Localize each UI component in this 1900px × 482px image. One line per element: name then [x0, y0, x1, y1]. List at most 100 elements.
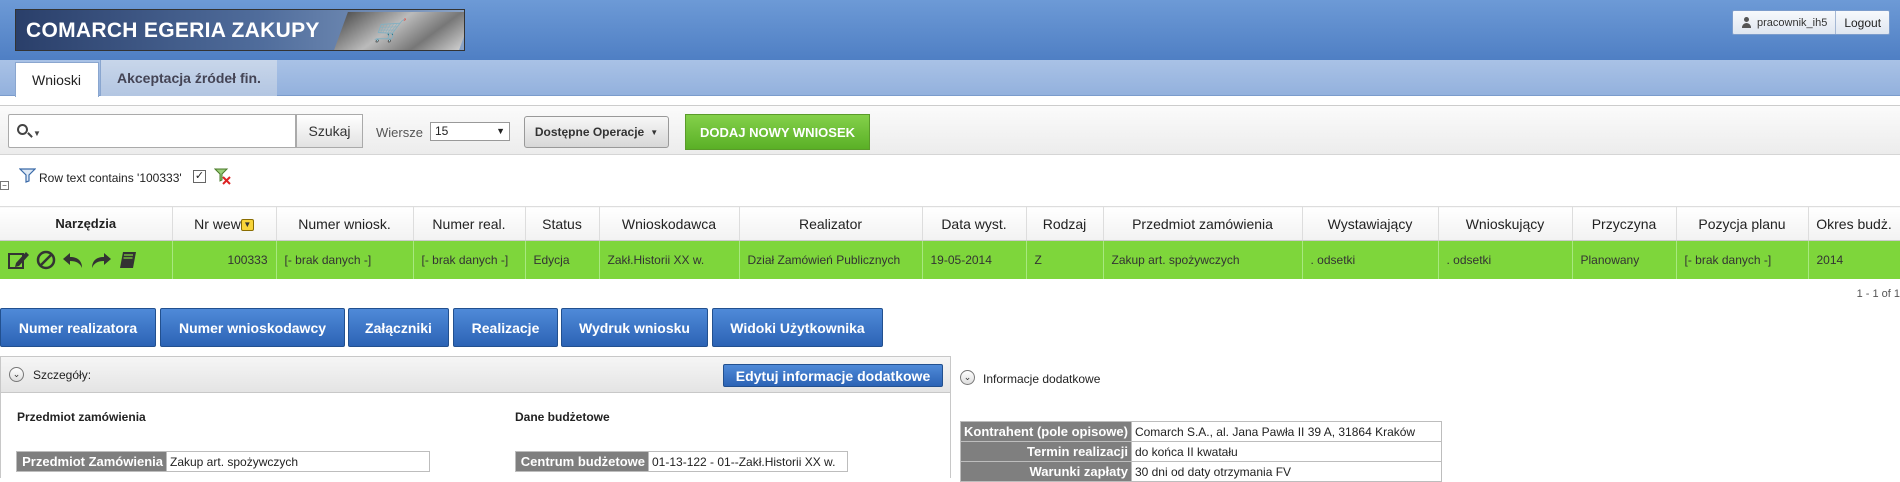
col-header-status[interactable]: Status — [525, 206, 600, 241]
col-header-wnioskujacy[interactable]: Wnioskujący — [1438, 206, 1573, 241]
section-order-title: Przedmiot zamówienia — [17, 410, 146, 424]
cell-pozycja-planu: [- brak danych -] — [1676, 240, 1809, 279]
book-icon[interactable] — [118, 250, 138, 270]
user-menu[interactable]: pracownik_ih5 — [1733, 11, 1837, 34]
cell-wnioskujacy: . odsetki — [1438, 240, 1573, 279]
username: pracownik_ih5 — [1757, 16, 1828, 29]
cell-wnioskodawca: Zakł.Historii XX w. — [599, 240, 740, 279]
dropdown-arrow-icon: ▼ — [496, 126, 505, 136]
cart-icon: 🛒 — [371, 18, 409, 43]
caret-down-icon: ▼ — [650, 127, 659, 137]
cell-okres: 2014 — [1808, 240, 1900, 279]
clear-filter-icon[interactable] — [214, 168, 231, 185]
search-icon[interactable] — [17, 124, 28, 135]
search-button[interactable]: Szukaj — [296, 114, 363, 148]
order-key: Przedmiot Zamówienia — [16, 451, 167, 472]
search-box: ▼ — [8, 114, 296, 148]
extra-info-value: 30 dni od daty otrzymania FV — [1130, 461, 1443, 482]
budget-key: Centrum budżetowe — [515, 451, 649, 472]
filter-icon — [19, 168, 36, 183]
order-row: Przedmiot Zamówienia Zakup art. spożywcz… — [16, 451, 430, 472]
operations-label: Dostępne Operacje — [534, 125, 645, 139]
col-header-realizator[interactable]: Realizator — [739, 206, 923, 241]
col-header-numer-wniosk[interactable]: Numer wniosk. — [276, 206, 414, 241]
order-value: Zakup art. spożywczych — [166, 451, 430, 472]
wydruk-wniosku-button[interactable]: Wydruk wniosku — [561, 308, 708, 347]
undo-icon[interactable] — [62, 250, 84, 270]
pager-info: 1 - 1 of 1 — [1856, 288, 1900, 300]
col-header-narzedzia: Narzędzia — [0, 206, 173, 241]
cell-data-wyst: 19-05-2014 — [922, 240, 1027, 279]
budget-value: 01-13-122 - 01--Zakł.Historii XX w. — [648, 451, 848, 472]
collapse-filter-icon[interactable]: − — [0, 181, 9, 190]
extra-info-row: Warunki zapłaty 30 dni od daty otrzymani… — [960, 461, 1443, 482]
logo-text: COMARCH EGERIA ZAKUPY — [26, 19, 320, 42]
user-box: pracownik_ih5 Logout — [1732, 10, 1891, 35]
details-panel: ⌄ Szczegóły: Edytuj informacje dodatkowe… — [0, 356, 951, 478]
budget-table: Centrum budżetowe 01-13-122 - 01--Zakł.H… — [515, 451, 848, 472]
extra-info-value: Comarch S.A., al. Jana Pawła II 39 A, 31… — [1130, 421, 1443, 442]
collapse-extra-info-icon[interactable]: ⌄ — [960, 370, 975, 385]
extra-info-row: Kontrahent (pole opisowe) Comarch S.A., … — [960, 421, 1443, 442]
col-header-numer-real[interactable]: Numer real. — [413, 206, 526, 241]
rows-select[interactable]: 15 ▼ — [430, 122, 510, 141]
rows-select-value: 15 — [435, 124, 449, 138]
logout-button[interactable]: Logout — [1836, 11, 1889, 34]
col-header-okres[interactable]: Okres budż. — [1808, 206, 1900, 241]
col-header-rodzaj[interactable]: Rodzaj — [1026, 206, 1104, 241]
cell-wystawiajacy: . odsetki — [1302, 240, 1439, 279]
search-options-icon[interactable]: ▼ — [33, 129, 41, 138]
col-header-pozycja-planu[interactable]: Pozycja planu — [1676, 206, 1809, 241]
extra-info-value: do końca II kwatału — [1130, 441, 1443, 462]
edit-extra-info-button[interactable]: Edytuj informacje dodatkowe — [723, 364, 943, 387]
collapse-details-icon[interactable]: ⌄ — [9, 367, 24, 382]
tabs-bar: Wnioski Akceptacja źródeł fin. — [0, 60, 1900, 97]
filter-text: Row text contains '100333' — [39, 171, 182, 185]
order-table: Przedmiot Zamówienia Zakup art. spożywcz… — [16, 451, 430, 472]
extra-info-title: Informacje dodatkowe — [983, 372, 1101, 386]
edit-icon[interactable] — [8, 250, 30, 270]
cell-rodzaj: Z — [1026, 240, 1104, 279]
col-header-przedmiot[interactable]: Przedmiot zamówienia — [1103, 206, 1303, 241]
extra-info-key: Warunki zapłaty — [960, 461, 1132, 482]
cell-nr-wew: 100333 — [172, 240, 277, 279]
details-title: Szczegóły: — [33, 368, 92, 382]
rows-label: Wiersze — [376, 125, 423, 140]
search-input[interactable] — [45, 119, 285, 143]
cell-numer-real: [- brak danych -] — [413, 240, 526, 279]
table-row[interactable]: 100333 [- brak danych -] [- brak danych … — [0, 240, 1900, 279]
realizacje-button[interactable]: Realizacje — [453, 308, 558, 347]
tab-wnioski[interactable]: Wnioski — [15, 62, 99, 97]
cell-przyczyna: Planowany — [1572, 240, 1677, 279]
numer-wnioskodawcy-button[interactable]: Numer wnioskodawcy — [160, 308, 345, 347]
cell-przedmiot: Zakup art. spożywczych — [1103, 240, 1303, 279]
extra-info-row: Termin realizacji do końca II kwatału — [960, 441, 1443, 462]
user-icon — [1741, 16, 1752, 29]
col-header-przyczyna[interactable]: Przyczyna — [1572, 206, 1677, 241]
tab-akceptacja[interactable]: Akceptacja źródeł fin. — [100, 60, 277, 96]
col-header-wystawiajacy[interactable]: Wystawiający — [1302, 206, 1439, 241]
numer-realizatora-button[interactable]: Numer realizatora — [0, 308, 156, 347]
cell-numer-wniosk: [- brak danych -] — [276, 240, 414, 279]
widoki-uzytkownika-button[interactable]: Widoki Użytkownika — [712, 308, 883, 347]
col-header-nr-wew-label: Nr wew — [194, 215, 241, 232]
filter-enabled-checkbox[interactable]: ✓ — [193, 170, 206, 183]
requests-table: Narzędzia Nr wew ▼ Numer wniosk. Numer re… — [0, 206, 1900, 279]
toolbar: ▼ Szukaj Wiersze 15 ▼ Dostępne Operacje … — [0, 105, 1900, 155]
extra-info-key: Kontrahent (pole opisowe) — [960, 421, 1132, 442]
extra-info-key: Termin realizacji — [960, 441, 1132, 462]
cancel-icon[interactable] — [36, 250, 56, 270]
row-tools — [0, 240, 173, 279]
col-header-nr-wew[interactable]: Nr wew ▼ — [172, 206, 277, 241]
sort-icon[interactable]: ▼ — [240, 218, 254, 231]
section-budget-title: Dane budżetowe — [515, 410, 610, 424]
app-logo[interactable]: COMARCH EGERIA ZAKUPY 🛒 — [15, 9, 465, 51]
operations-dropdown[interactable]: Dostępne Operacje ▼ — [524, 116, 669, 148]
add-request-button[interactable]: DODAJ NOWY WNIOSEK — [685, 114, 870, 150]
col-header-wnioskodawca[interactable]: Wnioskodawca — [599, 206, 740, 241]
top-header: COMARCH EGERIA ZAKUPY 🛒 pracownik_ih5 Lo… — [0, 0, 1900, 60]
zalaczniki-button[interactable]: Załączniki — [348, 308, 449, 347]
col-header-data-wyst[interactable]: Data wyst. — [922, 206, 1027, 241]
details-panel-header: ⌄ Szczegóły: Edytuj informacje dodatkowe — [1, 357, 950, 393]
redo-icon[interactable] — [90, 250, 112, 270]
